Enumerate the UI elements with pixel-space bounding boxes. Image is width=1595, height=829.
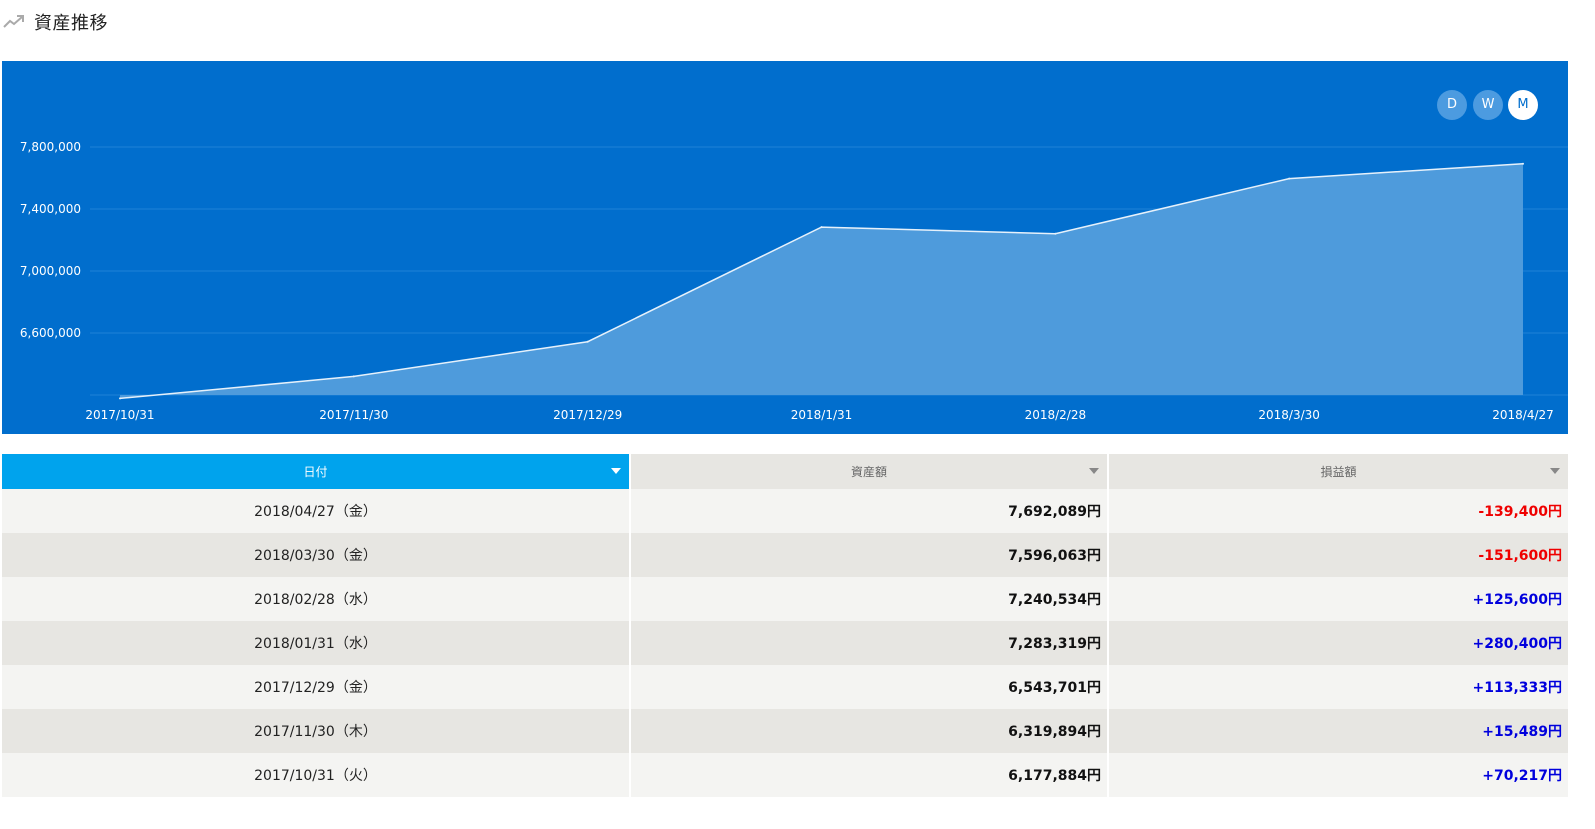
table-row: 2018/01/31（水） 7,283,319円 +280,400円 — [2, 621, 1568, 665]
data-point — [1054, 232, 1057, 235]
x-tick-label: 2017/11/30 — [319, 408, 388, 422]
asset-amount-cell: 7,692,089円 — [629, 489, 1108, 533]
profit-loss-cell: +280,400円 — [1107, 621, 1568, 665]
asset-amount-cell: 7,240,534円 — [629, 577, 1108, 621]
column-header-date[interactable]: 日付 — [2, 454, 630, 489]
range-week-button[interactable]: W — [1473, 90, 1503, 120]
page-title: 資産推移 — [34, 13, 108, 34]
y-tick-label: 7,000,000 — [20, 264, 81, 278]
date-cell: 2018/02/28（水） — [2, 577, 630, 621]
asset-amount-cell: 6,543,701円 — [629, 665, 1108, 709]
column-header-asset[interactable]: 資産額 — [629, 454, 1108, 489]
trend-up-icon — [3, 15, 24, 28]
data-point — [1288, 177, 1291, 180]
x-tick-label: 2017/12/29 — [553, 408, 622, 422]
x-tick-label: 2018/4/27 — [1492, 408, 1554, 422]
table-header-row: 日付 資産額 損益額 — [2, 454, 1568, 489]
asset-history-table: 日付 資産額 損益額 2018/04/27（金） 7,692,089円 -139… — [2, 454, 1568, 797]
column-header-label: 資産額 — [850, 465, 887, 479]
date-cell: 2017/12/29（金） — [2, 665, 630, 709]
range-month-button[interactable]: M — [1508, 90, 1538, 120]
table-row: 2017/11/30（木） 6,319,894円 +15,489円 — [2, 709, 1568, 753]
profit-loss-cell: -139,400円 — [1107, 489, 1568, 533]
y-tick-label: 7,800,000 — [20, 140, 81, 154]
x-tick-label: 2018/3/30 — [1258, 408, 1320, 422]
table-row: 2018/04/27（金） 7,692,089円 -139,400円 — [2, 489, 1568, 533]
sort-down-icon — [1089, 468, 1099, 474]
profit-loss-cell: +113,333円 — [1107, 665, 1568, 709]
date-cell: 2017/11/30（木） — [2, 709, 630, 753]
asset-amount-cell: 7,283,319円 — [629, 621, 1108, 665]
data-point — [119, 397, 121, 400]
x-tick-label: 2018/2/28 — [1025, 408, 1087, 422]
asset-trend-chart: 6,600,000 7,000,000 7,400,000 7,800,000 2017… — [20, 140, 1568, 422]
date-cell: 2017/10/31（火） — [2, 753, 630, 797]
sort-down-icon — [1550, 468, 1560, 474]
column-header-label: 損益額 — [1320, 465, 1357, 479]
page-header: 資産推移 — [0, 0, 1595, 48]
column-header-profit-loss[interactable]: 損益額 — [1107, 454, 1568, 489]
asset-chart-panel: 6,600,000 7,000,000 7,400,000 7,800,000 2017… — [2, 61, 1568, 434]
profit-loss-cell: +70,217円 — [1107, 753, 1568, 797]
range-day-button[interactable]: D — [1437, 90, 1467, 120]
sort-down-icon — [611, 468, 621, 474]
data-point — [820, 226, 823, 229]
y-tick-label: 6,600,000 — [20, 326, 81, 340]
profit-loss-cell: +15,489円 — [1107, 709, 1568, 753]
asset-amount-cell: 6,319,894円 — [629, 709, 1108, 753]
date-cell: 2018/03/30（金） — [2, 533, 630, 577]
table-row: 2017/12/29（金） 6,543,701円 +113,333円 — [2, 665, 1568, 709]
profit-loss-cell: +125,600円 — [1107, 577, 1568, 621]
series-area — [120, 163, 1523, 399]
data-point — [586, 340, 589, 343]
asset-amount-cell: 7,596,063円 — [629, 533, 1108, 577]
date-cell: 2018/04/27（金） — [2, 489, 630, 533]
x-tick-label: 2018/1/31 — [791, 408, 853, 422]
date-cell: 2018/01/31（水） — [2, 621, 630, 665]
y-tick-label: 7,400,000 — [20, 202, 81, 216]
table-row: 2018/02/28（水） 7,240,534円 +125,600円 — [2, 577, 1568, 621]
table-row: 2018/03/30（金） 7,596,063円 -151,600円 — [2, 533, 1568, 577]
table-row: 2017/10/31（火） 6,177,884円 +70,217円 — [2, 753, 1568, 797]
data-point — [1522, 162, 1524, 165]
column-header-label: 日付 — [303, 465, 328, 479]
data-point — [352, 375, 355, 378]
x-tick-label: 2017/10/31 — [85, 408, 154, 422]
profit-loss-cell: -151,600円 — [1107, 533, 1568, 577]
asset-amount-cell: 6,177,884円 — [629, 753, 1108, 797]
